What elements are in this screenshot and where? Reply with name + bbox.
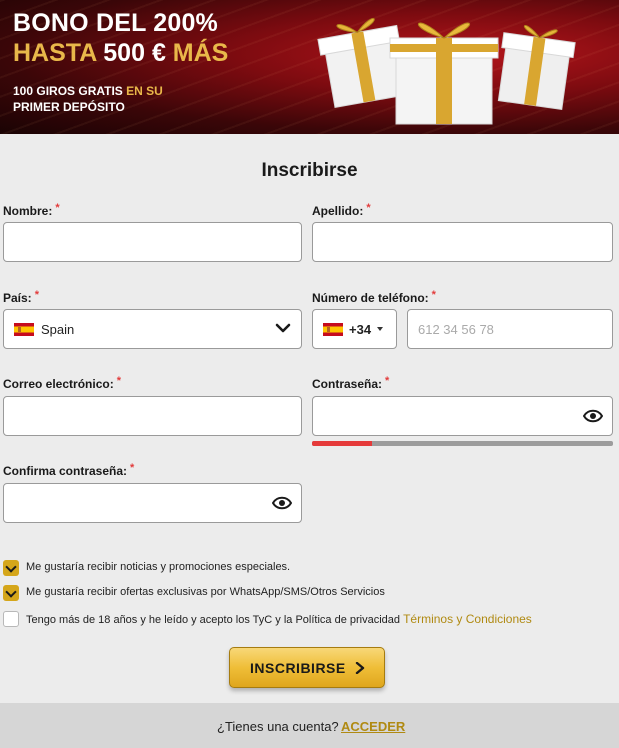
have-account-text: ¿Tienes una cuenta? bbox=[217, 719, 339, 734]
password-strength-fill bbox=[312, 441, 373, 446]
country-select[interactable]: Spain bbox=[3, 309, 302, 349]
chevron-right-icon bbox=[355, 662, 365, 674]
country-selected-value: Spain bbox=[41, 322, 75, 337]
login-link[interactable]: ACCEDER bbox=[341, 719, 405, 734]
register-button[interactable]: INSCRIBIRSE bbox=[229, 647, 385, 688]
eye-icon[interactable] bbox=[583, 408, 603, 424]
promo-banner: BONO DEL 200% HASTA 500 € MÁS 100 GIROS … bbox=[0, 0, 619, 134]
banner-headline: BONO DEL 200% bbox=[13, 9, 218, 37]
dial-code-select[interactable]: +34 bbox=[312, 309, 397, 349]
phone-number-input[interactable] bbox=[408, 310, 612, 348]
confirm-password-input[interactable] bbox=[4, 484, 301, 522]
password-label: Contraseña: * bbox=[312, 375, 390, 391]
phone-label: Número de teléfono: * bbox=[312, 289, 436, 305]
country-label: País: * bbox=[3, 289, 39, 305]
dial-code-value: +34 bbox=[349, 322, 372, 337]
form-title: Inscribirse bbox=[261, 160, 358, 181]
consent-label: Tengo más de 18 años y he leído y acepto… bbox=[26, 612, 532, 626]
last-name-field[interactable] bbox=[312, 222, 613, 262]
first-name-label: Nombre: * bbox=[3, 202, 60, 218]
caret-down-icon bbox=[377, 327, 383, 331]
email-input[interactable] bbox=[4, 397, 301, 435]
password-input[interactable] bbox=[313, 397, 612, 435]
consent-label: Me gustaría recibir ofertas exclusivas p… bbox=[26, 586, 385, 598]
banner-free-spins: 100 GIROS GRATIS EN SU PRIMER DEPÓSITO bbox=[13, 84, 163, 114]
last-name-label: Apellido: * bbox=[312, 202, 371, 218]
terms-link[interactable]: Términos y Condiciones bbox=[403, 612, 532, 626]
phone-number-field[interactable] bbox=[407, 309, 613, 349]
consent-checkbox[interactable] bbox=[3, 611, 19, 627]
confirm-password-label: Confirma contraseña: * bbox=[3, 462, 135, 478]
password-field[interactable] bbox=[312, 396, 613, 436]
consent-checkbox[interactable] bbox=[3, 560, 19, 576]
spain-flag-icon bbox=[14, 323, 34, 336]
spain-flag-icon bbox=[323, 323, 343, 336]
login-footer: ¿Tienes una cuenta? ACCEDER bbox=[0, 703, 619, 748]
first-name-input[interactable] bbox=[4, 223, 301, 261]
eye-icon[interactable] bbox=[272, 495, 292, 511]
chevron-down-icon bbox=[275, 323, 291, 333]
email-field[interactable] bbox=[3, 396, 302, 436]
password-strength-meter bbox=[312, 441, 613, 446]
email-label: Correo electrónico: * bbox=[3, 375, 121, 391]
last-name-input[interactable] bbox=[313, 223, 612, 261]
consent-checkbox[interactable] bbox=[3, 585, 19, 601]
gift-boxes-image bbox=[317, 18, 576, 125]
consent-label: Me gustaría recibir noticias y promocion… bbox=[26, 561, 291, 573]
confirm-password-field[interactable] bbox=[3, 483, 302, 523]
banner-subheadline: HASTA 500 € MÁS bbox=[13, 39, 229, 67]
register-button-label: INSCRIBIRSE bbox=[250, 660, 346, 676]
first-name-field[interactable] bbox=[3, 222, 302, 262]
